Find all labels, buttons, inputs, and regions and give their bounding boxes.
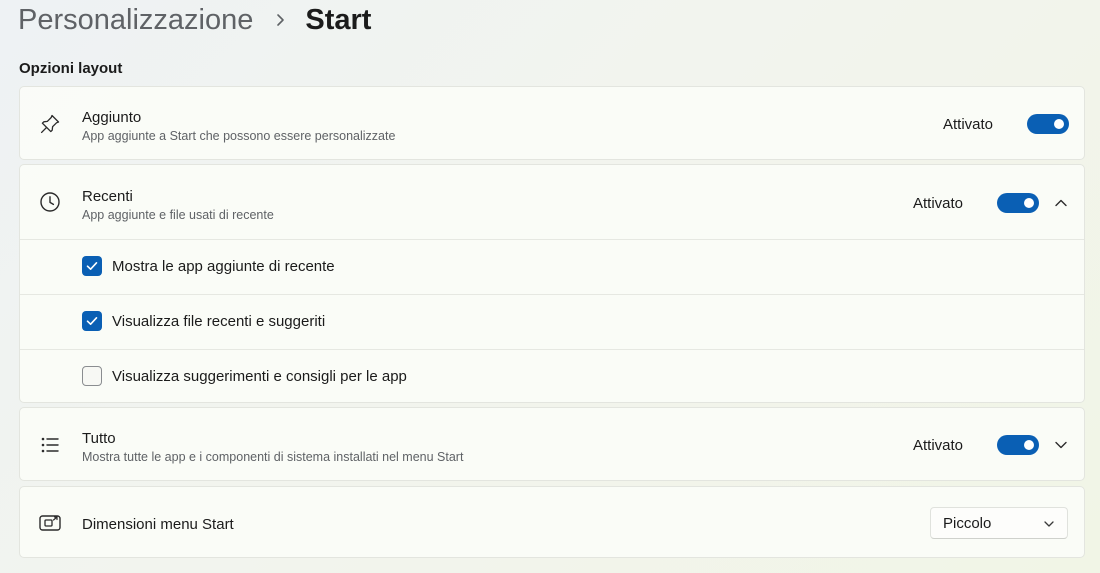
all-setting-card: Tutto Mostra tutte le app e i componenti… [19,407,1085,481]
divider [20,294,1084,295]
recent-option-checkbox-1[interactable] [82,256,102,276]
size-title: Dimensioni menu Start [82,516,234,533]
breadcrumb: Personalizzazione Start [18,0,371,40]
breadcrumb-parent[interactable]: Personalizzazione [18,4,253,37]
recent-toggle[interactable] [997,193,1039,213]
recent-subtitle: App aggiunte e file usati di recente [82,208,274,222]
recent-option-checkbox-2[interactable] [82,311,102,331]
pinned-toggle[interactable] [1027,114,1069,134]
pinned-subtitle: App aggiunte a Start che possono essere … [82,129,396,143]
all-toggle[interactable] [997,435,1039,455]
toggle-knob [1054,119,1064,129]
divider [20,239,1084,240]
recent-option-checkbox-3[interactable] [82,366,102,386]
toggle-knob [1024,440,1034,450]
pin-icon [38,112,62,136]
size-dropdown[interactable]: Piccolo [930,507,1068,539]
size-dropdown-value: Piccolo [943,515,992,532]
recent-setting-card: Recenti App aggiunte e file usati di rec… [19,164,1085,403]
pinned-title: Aggiunto [82,109,142,126]
divider [20,349,1084,350]
toggle-knob [1024,198,1034,208]
chevron-right-icon [271,10,291,30]
chevron-up-icon[interactable] [1053,195,1069,211]
all-title: Tutto [82,430,116,447]
chevron-down-icon[interactable] [1053,437,1069,453]
recent-option-label-3: Visualizza suggerimenti e consigli per l… [112,368,407,385]
recent-state-label: Attivato [913,195,964,212]
list-icon [38,433,62,457]
recent-option-label-1: Mostra le app aggiunte di recente [112,258,335,275]
all-subtitle: Mostra tutte le app e i componenti di si… [82,450,464,464]
recent-option-label-2: Visualizza file recenti e suggeriti [112,313,326,330]
size-setting-card: Dimensioni menu Start Piccolo [19,486,1085,558]
recent-title: Recenti [82,188,133,205]
pinned-setting-card: Aggiunto App aggiunte a Start che posson… [19,86,1085,160]
chevron-down-icon [1043,517,1055,529]
start-menu-size-icon [38,511,62,535]
section-label: Opzioni layout [19,60,123,77]
pinned-state-label: Attivato [943,116,994,133]
all-state-label: Attivato [913,437,964,454]
page-title: Start [305,3,372,36]
clock-icon [38,190,62,214]
